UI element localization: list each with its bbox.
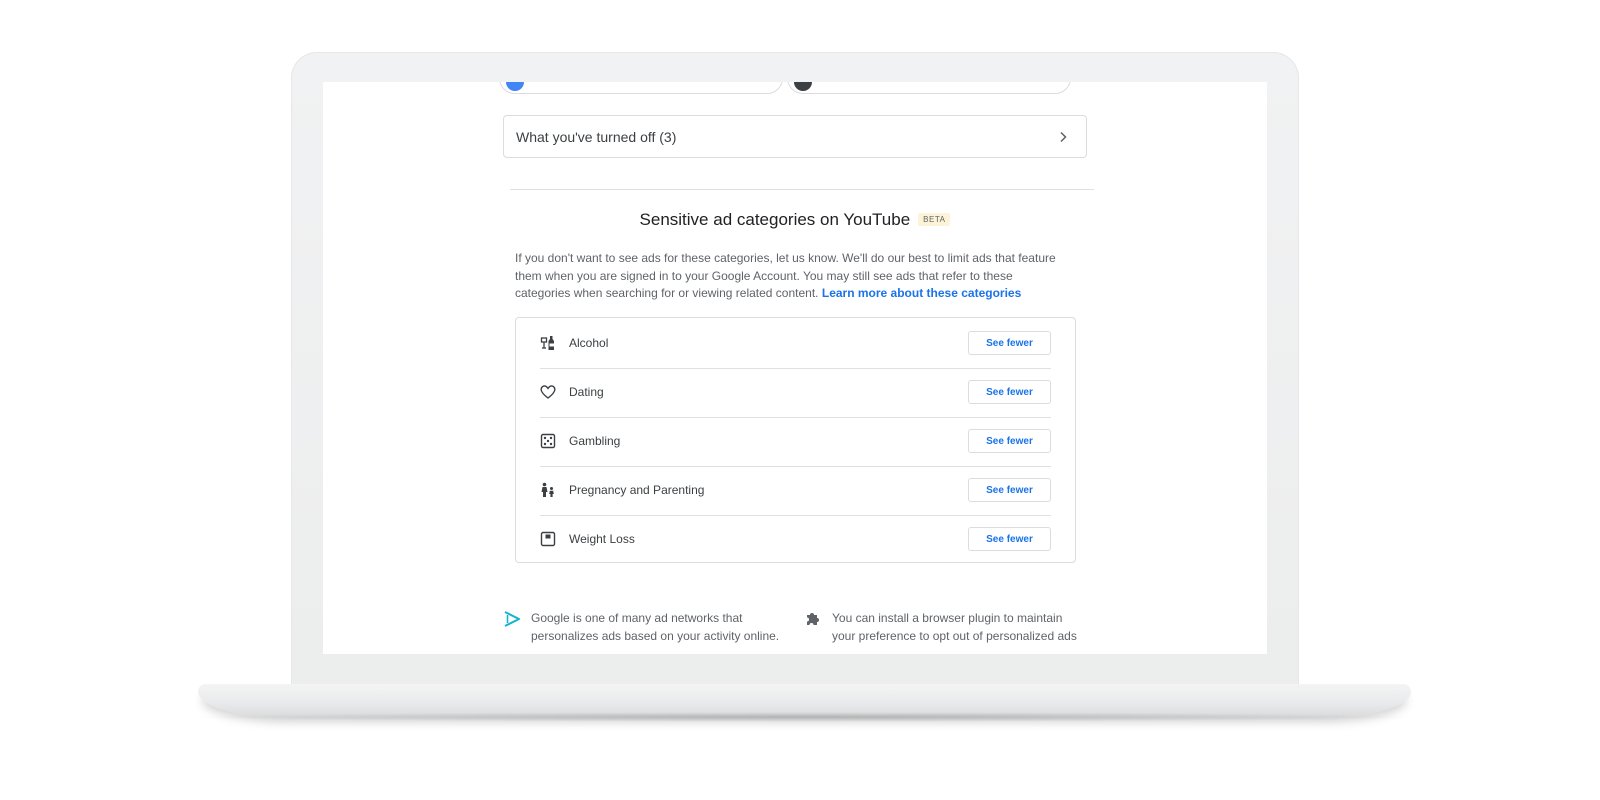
top-left-pill-icon: [506, 82, 524, 91]
heart-icon: [540, 385, 556, 399]
dice-icon: [540, 433, 556, 449]
section-title: Sensitive ad categories on YouTube BETA: [323, 210, 1267, 230]
section-title-text: Sensitive ad categories on YouTube: [639, 210, 911, 229]
puzzle-piece-icon: [807, 613, 819, 625]
chevron-right-icon: [1060, 131, 1067, 142]
category-label: Alcohol: [569, 336, 609, 350]
laptop-screen: What you've turned off (3) Sensitive ad …: [323, 82, 1267, 654]
see-fewer-button-pregnancy[interactable]: See fewer: [968, 478, 1051, 502]
category-label: Weight Loss: [569, 532, 635, 546]
ad-networks-icon: [504, 611, 520, 627]
see-fewer-button-dating[interactable]: See fewer: [968, 380, 1051, 404]
categories-card: Alcohol See fewer Dating See fewer Gambl…: [515, 317, 1076, 563]
section-divider: [510, 189, 1094, 190]
category-label: Gambling: [569, 434, 621, 448]
top-right-pill[interactable]: [787, 82, 1071, 94]
category-row-dating: Dating See fewer: [540, 367, 1051, 418]
category-row-alcohol: Alcohol See fewer: [540, 318, 1051, 369]
turned-off-row[interactable]: What you've turned off (3): [503, 115, 1087, 158]
category-label: Dating: [569, 385, 604, 399]
learn-more-link[interactable]: Learn more about these categories: [822, 286, 1021, 300]
footer-browser-plugin-text: You can install a browser plugin to main…: [832, 611, 1077, 643]
see-fewer-button-weight-loss[interactable]: See fewer: [968, 527, 1051, 551]
category-row-weight-loss: Weight Loss See fewer: [540, 514, 1051, 564]
category-row-pregnancy: Pregnancy and Parenting See fewer: [540, 465, 1051, 516]
alcohol-icon: [540, 336, 554, 350]
beta-badge: BETA: [918, 213, 951, 226]
laptop-shadow: [178, 712, 1431, 722]
footer-browser-plugin: You can install a browser plugin to main…: [804, 610, 1079, 645]
section-description: If you don't want to see ads for these c…: [515, 250, 1065, 303]
footer-ad-networks: Google is one of many ad networks that p…: [503, 610, 788, 645]
footer-ad-networks-text: Google is one of many ad networks that p…: [531, 611, 780, 643]
turned-off-label: What you've turned off (3): [516, 128, 677, 145]
see-fewer-button-alcohol[interactable]: See fewer: [968, 331, 1051, 355]
category-label: Pregnancy and Parenting: [569, 483, 705, 497]
parent-child-icon: [541, 482, 554, 497]
see-fewer-button-gambling[interactable]: See fewer: [968, 429, 1051, 453]
category-row-gambling: Gambling See fewer: [540, 416, 1051, 467]
top-right-pill-icon: [794, 82, 812, 91]
scale-icon: [540, 531, 556, 547]
top-left-pill[interactable]: [499, 82, 783, 94]
